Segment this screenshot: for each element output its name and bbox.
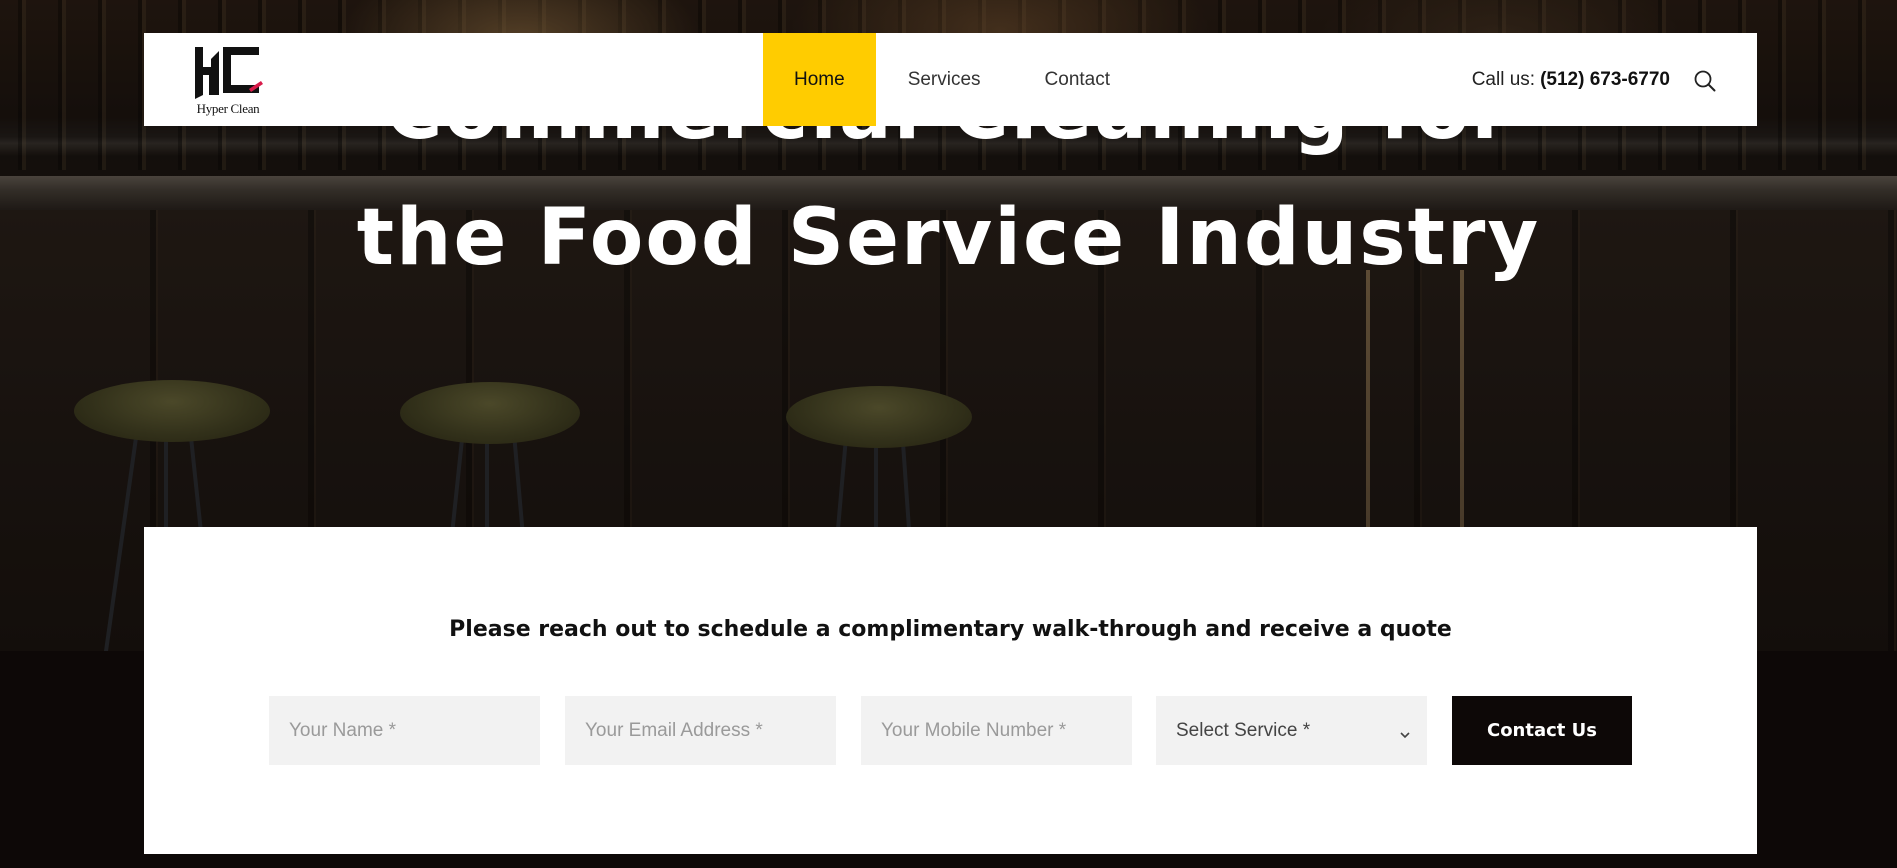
logo-wordmark: Hyper Clean [196, 101, 260, 116]
service-select[interactable]: Select Service * [1156, 696, 1427, 765]
site-header: Hyper Clean Home Services Contact Call u… [144, 33, 1757, 126]
name-field[interactable] [269, 696, 540, 765]
hero-title-line-2: the Food Service Industry [356, 193, 1541, 283]
hyper-clean-logo[interactable]: Hyper Clean [189, 45, 267, 117]
call-us: Call us: (512) 673-6770 [1472, 33, 1670, 126]
form-heading: Please reach out to schedule a complimen… [449, 617, 1452, 642]
main-nav: Home Services Contact [763, 33, 1142, 126]
mobile-field[interactable] [861, 696, 1132, 765]
nav-contact[interactable]: Contact [1013, 33, 1142, 126]
service-select-value: Select Service * [1176, 719, 1311, 741]
chevron-down-icon [1399, 724, 1411, 739]
phone-number[interactable]: (512) 673-6770 [1540, 69, 1670, 91]
nav-home[interactable]: Home [763, 33, 876, 126]
quote-form-card: Please reach out to schedule a complimen… [144, 527, 1757, 854]
email-field[interactable] [565, 696, 836, 765]
contact-us-button[interactable]: Contact Us [1452, 696, 1632, 765]
search-icon[interactable] [1693, 69, 1717, 93]
hc-logo-icon [195, 47, 263, 99]
call-label: Call us: [1471, 68, 1536, 90]
nav-services[interactable]: Services [876, 33, 1013, 126]
